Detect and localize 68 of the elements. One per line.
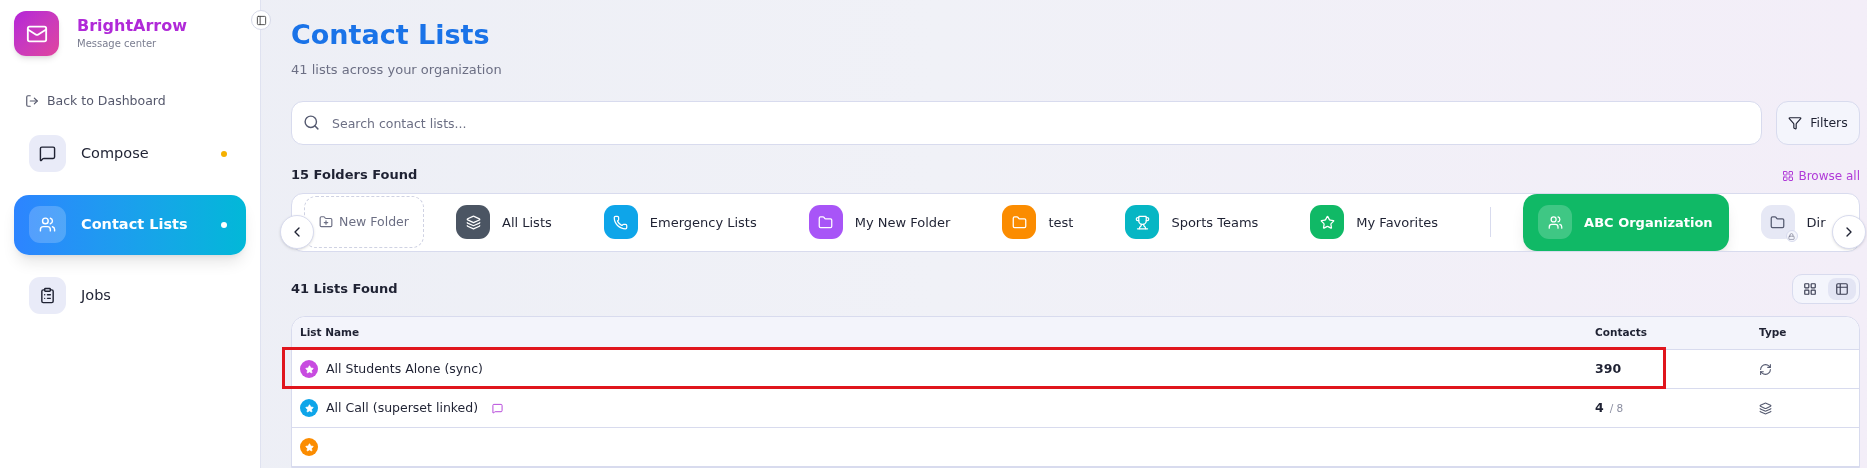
contact-total: / 8 (1609, 400, 1624, 416)
nav-item[interactable]: Compose (14, 134, 246, 173)
list-row[interactable]: All Call (superset linked) 4 / 8 (292, 389, 1859, 428)
folder-label: Dir (1806, 213, 1826, 232)
filters-button[interactable]: Filters (1776, 101, 1860, 146)
folder-icon (1011, 214, 1027, 230)
sync-icon (1759, 362, 1772, 376)
folder-item[interactable]: Emergency Lists (603, 205, 777, 240)
folder-icon (818, 214, 834, 230)
lock-icon (1785, 230, 1798, 243)
folder-item[interactable]: Dir (1760, 205, 1826, 240)
grid-view-icon (1803, 282, 1817, 296)
star-icon (304, 403, 314, 413)
brand-subtitle: Message center (77, 37, 158, 51)
list-name: All Students Alone (sync) (326, 359, 483, 378)
view-mode-button[interactable] (1828, 278, 1856, 300)
folder-item[interactable]: All Lists (456, 205, 572, 240)
folder-item[interactable]: test (1002, 205, 1094, 240)
search-field[interactable]: Search contact lists... (291, 101, 1762, 146)
filter-icon (1788, 116, 1803, 131)
chat-bubble-icon (39, 145, 56, 163)
collapse-sidebar-button[interactable] (251, 10, 271, 30)
folder-label: test (1048, 213, 1074, 232)
brand-name: BrightArrow (77, 16, 187, 36)
star-icon (1319, 214, 1335, 230)
back-to-dashboard-link[interactable]: Back to Dashboard (25, 92, 246, 111)
grid-icon (1782, 169, 1795, 182)
list-name: All Call (superset linked) (326, 398, 479, 417)
folder-label: ABC Organization (1584, 213, 1713, 232)
folder-label: Sports Teams (1171, 213, 1259, 232)
contact-count: 4 (1595, 398, 1604, 417)
trophy-icon (1134, 214, 1150, 230)
browse-all-link[interactable]: Browse all (1782, 166, 1860, 185)
page-title: Contact Lists (291, 18, 491, 52)
clipboard-icon (39, 287, 56, 305)
contact-count: 390 (1595, 359, 1622, 378)
folder-icon (1770, 214, 1786, 230)
layers-icon (465, 214, 481, 230)
column-header: Type (1759, 325, 1788, 341)
nav-item[interactable]: Jobs (14, 276, 246, 315)
lists-heading: 41 Lists Found (291, 280, 398, 299)
folder-label: My Favorites (1356, 213, 1439, 232)
people-icon (39, 216, 56, 234)
folder-item[interactable]: Sports Teams (1125, 205, 1279, 240)
search-icon (303, 114, 320, 132)
new-folder-button[interactable]: New Folder (304, 196, 424, 249)
column-header: Contacts (1595, 325, 1648, 341)
folders-heading: 15 Folders Found (291, 166, 418, 185)
folder-item[interactable]: My New Folder (808, 205, 971, 240)
folder-plus-icon (319, 215, 334, 230)
nav-label: Compose (81, 143, 149, 163)
folder-label: My New Folder (854, 213, 951, 232)
folder-label: Emergency Lists (649, 213, 757, 232)
column-header: List Name (300, 325, 361, 341)
page-subtitle: 41 lists across your organization (291, 60, 503, 79)
list-row[interactable]: All Students Alone (sync) 390 (292, 350, 1859, 389)
panel-icon (255, 14, 267, 26)
list-view-icon (1835, 282, 1849, 296)
nav-label: Contact Lists (81, 214, 188, 234)
star-icon (304, 442, 314, 452)
folder-label: All Lists (502, 213, 552, 232)
folder-item[interactable]: My Favorites (1310, 205, 1459, 240)
nav-label: Jobs (81, 285, 111, 305)
people-icon (1547, 214, 1563, 230)
star-icon (304, 364, 314, 374)
layers-icon (1759, 401, 1772, 415)
exit-icon (25, 94, 39, 109)
phone-icon (613, 214, 629, 230)
